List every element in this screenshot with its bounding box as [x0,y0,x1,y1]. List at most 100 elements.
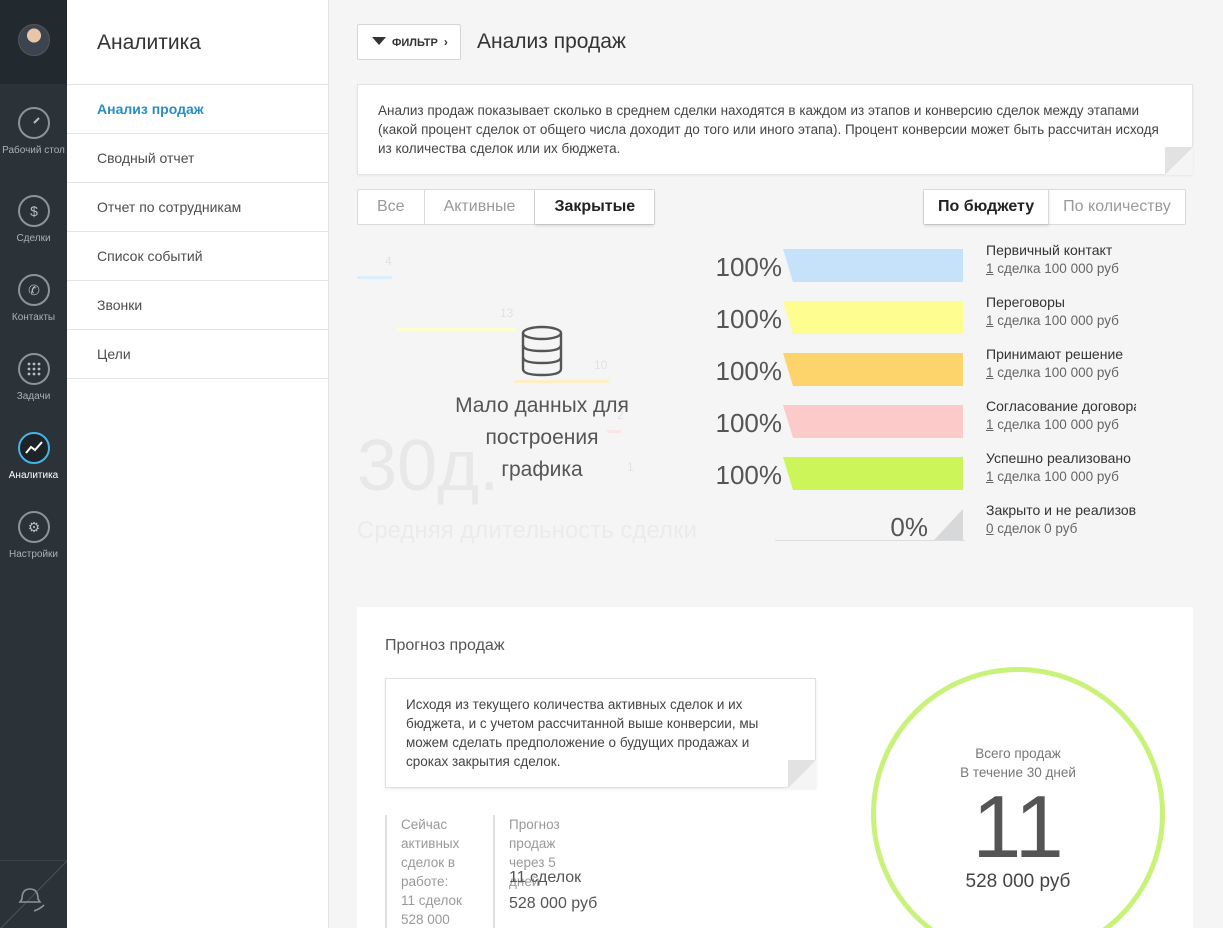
no-data-line2: графика [501,458,583,481]
submenu-title: Аналитика [97,31,201,54]
nav-item-dashboard[interactable]: Рабочий стол [0,107,67,186]
total-sales-circle: Всего продаж В течение 30 дней 11 528 00… [871,667,1165,928]
active-deals-label: Сейчас активных сделок в работе: [401,817,460,889]
filter-button[interactable]: ФИЛЬТР › [357,24,461,60]
funnel-stage: Согласование договора 1 сделка 100 000 ру… [986,398,1136,432]
submenu-item-goals[interactable]: Цели [67,330,329,379]
forecast-5days-column: Прогноз продаж через 5 дней 11 сделок 52… [493,815,633,928]
active-deals-sum: 528 000 [401,912,450,927]
stage-summary: 1 сделка 100 000 руб [986,417,1136,432]
page-fold [788,760,816,788]
funnel-bar [783,301,963,334]
funnel-stage: Первичный контакт 1 сделка 100 000 руб [986,242,1136,276]
stage-deal-count-link[interactable]: 1 [986,365,994,380]
tab-by-count[interactable]: По количеству [1049,190,1185,224]
nav-label: Рабочий стол [2,145,65,156]
funnel-percent: 100% [715,252,783,282]
funnel-stage: Переговоры 1 сделка 100 000 руб [986,294,1136,328]
stage-deal-sum: сделка 100 000 руб [993,417,1119,432]
total-sales-sum: 528 000 руб [965,871,1071,892]
info-text: Анализ продаж показывает сколько в средн… [378,103,1159,156]
analytics-submenu: Аналитика Анализ продаж Сводный отчет От… [67,0,329,928]
stage-deal-count-link[interactable]: 1 [986,261,994,276]
submenu-item-sales-analysis[interactable]: Анализ продаж [67,85,329,134]
page-title: Анализ продаж [477,30,626,53]
total-sales-count: 11 [972,777,1064,876]
funnel-bar [783,405,963,438]
stage-name: Принимают решение [986,346,1124,362]
stage-deal-count-link[interactable]: 0 [986,521,994,536]
analytics-icon [18,432,50,464]
nav-item-settings[interactable]: ⚙ Настройки [0,511,67,590]
dashboard-icon [18,107,50,139]
stage-name: Первичный контакт [986,242,1113,258]
no-data-line1: Мало данных для построения [455,394,629,449]
nav-item-analytics[interactable]: Аналитика [0,432,67,511]
user-avatar-area[interactable] [0,0,67,84]
avatar[interactable] [18,24,50,56]
nav-item-contacts[interactable]: ✆ Контакты [0,274,67,353]
funnel-bar [934,509,963,540]
ghost-number: 13 [500,306,514,320]
forecast-note-text: Исходя из текущего количества активных с… [406,697,759,769]
stage-deal-sum: сделка 100 000 руб [993,365,1119,380]
tab-all[interactable]: Все [358,190,425,224]
stage-deal-sum: сделка 100 000 руб [993,261,1119,276]
funnel-percent: 100% [715,304,783,334]
stage-deal-count-link[interactable]: 1 [986,417,994,432]
funnel-percent: 100% [715,460,783,490]
funnel-percent: 100% [715,408,783,438]
submenu-item-events-list[interactable]: Список событий [67,232,329,281]
funnel-icon [372,37,386,46]
status-tabs: Все Активные Закрытые [357,189,656,225]
forecast-card: Прогноз продаж Исходя из текущего количе… [357,607,1193,928]
dollar-icon: $ [18,195,50,227]
tab-by-budget[interactable]: По бюджету [924,190,1050,224]
database-icon [521,325,563,377]
funnel-bar [783,249,963,282]
stage-name: Успешно реализовано [986,450,1131,466]
nav-item-tasks[interactable]: Задачи [0,353,67,432]
info-box: Анализ продаж показывает сколько в средн… [357,84,1193,175]
nav-item-deals[interactable]: $ Сделки [0,195,67,274]
stage-deal-count-link[interactable]: 1 [986,469,994,484]
stage-summary: 1 сделка 100 000 руб [986,469,1136,484]
main-content: ФИЛЬТР › Анализ продаж Анализ продаж пока… [330,0,1223,928]
nav-label: Аналитика [8,470,59,481]
ghost-bar [357,276,392,279]
gear-icon: ⚙ [18,511,50,543]
main-nav-rail: Рабочий стол $ Сделки ✆ Контакты Задачи … [0,0,68,928]
nav-label: Задачи [16,391,51,402]
stage-deal-sum: сделок 0 руб [993,521,1078,536]
calendar-icon [18,353,50,385]
notifications-area[interactable] [0,860,68,928]
stage-name: Закрыто и не реализовано [986,502,1136,518]
funnel-stage: Закрыто и не реализовано 0 сделок 0 руб [986,502,1136,536]
funnel-percent: 0% [890,512,928,542]
funnel-bar [783,353,963,386]
nav-label: Контакты [11,312,56,323]
forecast-5days-count: 11 сделок [509,869,582,886]
stage-summary: 1 сделка 100 000 руб [986,365,1136,380]
stage-deal-sum: сделка 100 000 руб [993,313,1119,328]
tab-closed[interactable]: Закрытые [535,190,655,224]
nav-label: Сделки [16,233,51,244]
stage-name: Переговоры [986,294,1065,310]
forecast-title: Прогноз продаж [385,637,505,654]
total-sales-label-1: Всего продаж [975,746,1061,761]
funnel-stage: Успешно реализовано 1 сделка 100 000 руб [986,450,1136,484]
no-data-message: Мало данных для построения графика [397,325,687,486]
stage-deal-count-link[interactable]: 1 [986,313,994,328]
submenu-item-calls[interactable]: Звонки [67,281,329,330]
filter-label: ФИЛЬТР [392,37,438,49]
tab-active[interactable]: Активные [425,190,536,224]
stage-name: Согласование договора [986,398,1136,414]
funnel-percent: 100% [715,356,783,386]
stage-summary: 0 сделок 0 руб [986,521,1136,536]
submenu-item-employee-report[interactable]: Отчет по сотрудникам [67,183,329,232]
avg-duration-caption: Средняя длительность сделки [357,517,697,544]
chevron-right-icon: › [443,35,448,49]
submenu-item-summary-report[interactable]: Сводный отчет [67,134,329,183]
active-deals-count: 11 сделок [401,893,462,908]
phone-icon: ✆ [18,274,50,306]
